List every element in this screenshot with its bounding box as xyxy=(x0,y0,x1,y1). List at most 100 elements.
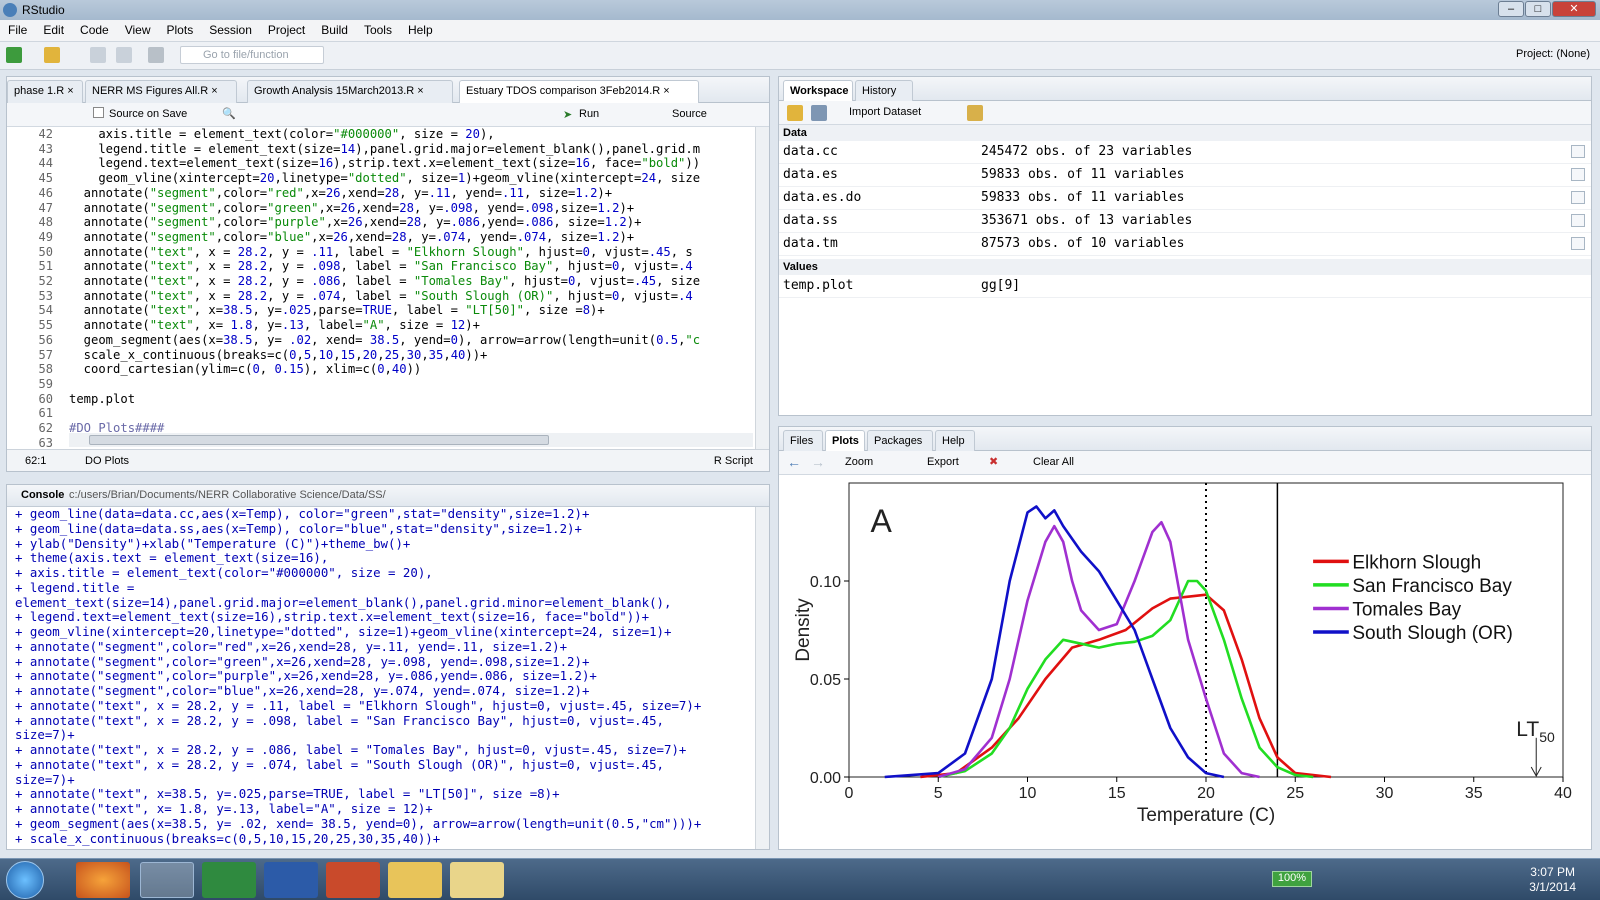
y-tick-label: 0.05 xyxy=(810,672,841,689)
legend-label: South Slough (OR) xyxy=(1352,623,1513,644)
start-button[interactable] xyxy=(6,861,44,899)
main-toolbar: Go to file/function Project: (None) xyxy=(0,42,1600,70)
panel-label: A xyxy=(870,503,892,539)
line-number-gutter: 42 43 44 45 46 47 48 49 50 51 52 53 54 55 56 57 58 59 60 61… xyxy=(38,127,53,450)
tab-estuary-tdos[interactable]: Estuary TDOS comparison 3Feb2014.R × xyxy=(459,80,699,104)
menu-session[interactable]: Session xyxy=(201,20,260,37)
source-on-save-label: Source on Save xyxy=(109,108,188,120)
menu-code[interactable]: Code xyxy=(72,20,117,37)
run-arrow-icon: ➤ xyxy=(563,109,573,121)
y-tick-label: 0.10 xyxy=(810,574,841,591)
back-arrow-icon[interactable]: ← xyxy=(787,454,801,470)
maximize-button[interactable]: □ xyxy=(1525,1,1551,17)
menu-view[interactable]: View xyxy=(117,20,159,37)
editor-vertical-scrollbar[interactable] xyxy=(755,127,769,449)
open-file-icon[interactable] xyxy=(44,47,60,63)
legend-label: Elkhorn Slough xyxy=(1352,552,1481,573)
x-tick-label: 0 xyxy=(845,785,854,802)
menu-edit[interactable]: Edit xyxy=(35,20,72,37)
console-scrollbar[interactable] xyxy=(755,507,769,849)
zoom-button[interactable]: Zoom xyxy=(845,456,873,468)
firefox-icon[interactable] xyxy=(76,862,130,898)
tab-growth-analysis[interactable]: Growth Analysis 15March2013.R × xyxy=(247,80,453,103)
y-axis-label: Density xyxy=(793,598,814,662)
console-output[interactable]: + geom_line(data=data.cc,aes(x=Temp), co… xyxy=(15,507,751,847)
run-button[interactable]: Run xyxy=(579,108,599,120)
console-path: c:/users/Brian/Documents/NERR Collaborat… xyxy=(69,489,386,501)
menu-plots[interactable]: Plots xyxy=(159,20,202,37)
x-tick-label: 10 xyxy=(1019,785,1037,802)
x-tick-label: 30 xyxy=(1376,785,1394,802)
source-on-save-checkbox[interactable] xyxy=(93,107,104,118)
grid-view-icon[interactable] xyxy=(1571,214,1585,227)
cursor-position: 62:1 xyxy=(25,455,47,467)
battery-indicator[interactable]: 100% xyxy=(1272,871,1312,887)
menu-file[interactable]: File xyxy=(0,20,35,37)
values-section-header: Values xyxy=(779,259,1591,275)
project-menu[interactable]: Project: (None) xyxy=(1516,48,1590,60)
minimize-button[interactable]: – xyxy=(1498,1,1524,17)
x-tick-label: 25 xyxy=(1286,785,1304,802)
tab-help[interactable]: Help xyxy=(935,430,975,453)
menu-help[interactable]: Help xyxy=(400,20,441,37)
save-icon[interactable] xyxy=(90,47,106,63)
list-item[interactable]: data.cc 245472 obs. of 23 variables xyxy=(779,141,1591,164)
menu-build[interactable]: Build xyxy=(313,20,356,37)
clear-all-button[interactable]: Clear All xyxy=(1033,456,1074,468)
import-dataset-button[interactable]: Import Dataset xyxy=(849,106,921,118)
console-title[interactable]: Console xyxy=(21,489,64,501)
list-item[interactable]: temp.plot gg[9] xyxy=(779,275,1591,298)
rstudio-icon xyxy=(3,3,17,17)
new-file-icon[interactable] xyxy=(6,47,22,63)
explorer-icon[interactable] xyxy=(388,862,442,898)
window-title: RStudio xyxy=(22,3,65,17)
data-section-header: Data xyxy=(779,125,1591,141)
folder-icon[interactable] xyxy=(450,862,504,898)
tab-packages[interactable]: Packages xyxy=(867,430,933,453)
menu-bar: File Edit Code View Plots Session Project Build… xyxy=(0,20,1600,42)
forward-arrow-icon[interactable]: → xyxy=(811,454,825,470)
export-button[interactable]: Export xyxy=(927,456,959,468)
grid-view-icon[interactable] xyxy=(1571,168,1585,181)
word-icon[interactable] xyxy=(264,862,318,898)
menu-project[interactable]: Project xyxy=(260,20,313,37)
open-workspace-icon[interactable] xyxy=(787,105,803,121)
editor-status-bar: 62:1 DO Plots R Script xyxy=(7,449,769,471)
list-item[interactable]: data.es 59833 obs. of 11 variables xyxy=(779,164,1591,187)
grid-view-icon[interactable] xyxy=(1571,237,1585,250)
save-workspace-icon[interactable] xyxy=(811,105,827,121)
powerpoint-icon[interactable] xyxy=(326,862,380,898)
menu-tools[interactable]: Tools xyxy=(356,20,400,37)
x-tick-label: 15 xyxy=(1108,785,1126,802)
density-plot: 0 5 10 15 20 25 30 35 40 0.00 0.05 0.10 Temperature … xyxy=(793,482,1572,826)
list-item[interactable]: data.es.do 59833 obs. of 11 variables xyxy=(779,187,1591,210)
print-icon[interactable] xyxy=(148,47,164,63)
lt50-subscript: 50 xyxy=(1539,729,1555,745)
file-type-selector[interactable]: R Script xyxy=(714,455,753,467)
search-icon[interactable]: 🔍 xyxy=(222,107,236,120)
list-item[interactable]: data.ss 353671 obs. of 13 variables xyxy=(779,210,1591,233)
editor-horizontal-scrollbar[interactable] xyxy=(69,433,753,447)
tab-files[interactable]: Files xyxy=(783,430,823,453)
grid-view-icon[interactable] xyxy=(1571,145,1585,158)
source-button[interactable]: Source xyxy=(672,108,707,120)
list-item[interactable]: data.tm 87573 obs. of 10 variables xyxy=(779,233,1591,256)
section-navigator[interactable]: DO Plots xyxy=(85,455,129,467)
tab-history[interactable]: History xyxy=(855,80,913,103)
plots-pane: Files Plots Packages Help ← → Zoom Expor… xyxy=(778,426,1592,850)
save-all-icon[interactable] xyxy=(116,47,132,63)
goto-file-input[interactable]: Go to file/function xyxy=(180,46,324,64)
tab-phase1[interactable]: phase 1.R × xyxy=(7,80,83,103)
rstudio-taskbar-icon[interactable] xyxy=(140,862,194,898)
legend-label: Tomales Bay xyxy=(1352,599,1461,620)
code-editor[interactable]: axis.title = element_text(color="#000000… xyxy=(69,127,749,449)
title-bar: RStudio – □ ✕ xyxy=(0,0,1600,20)
close-button[interactable]: ✕ xyxy=(1552,1,1596,17)
tab-nerr-figures[interactable]: NERR MS Figures All.R × xyxy=(85,80,237,103)
grid-view-icon[interactable] xyxy=(1571,191,1585,204)
excel-icon[interactable] xyxy=(202,862,256,898)
broom-icon[interactable] xyxy=(967,105,983,121)
x-axis-label: Temperature (C) xyxy=(1137,805,1275,826)
clock[interactable]: 3:07 PM 3/1/2014 xyxy=(1529,865,1576,895)
remove-plot-icon[interactable]: ✖ xyxy=(989,455,998,468)
